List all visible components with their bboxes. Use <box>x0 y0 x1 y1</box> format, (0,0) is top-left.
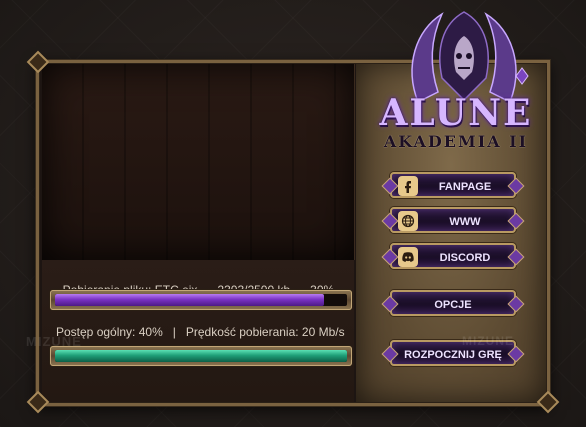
watermark-left: MIZUNE <box>26 334 82 349</box>
file-progress-track <box>55 294 347 306</box>
www-label: WWW <box>449 216 481 228</box>
overall-progress-track <box>55 350 347 362</box>
options-button[interactable]: OPCJE <box>390 290 516 316</box>
options-label: OPCJE <box>434 299 472 311</box>
discord-label: DISCORD <box>439 252 491 264</box>
globe-icon <box>398 211 418 231</box>
brand-subtitle: AKADEMIA II <box>383 132 529 151</box>
overall-status: Postęp ogólny: 40% | Prędkość pobierania… <box>56 325 345 339</box>
overall-progress-fill <box>55 350 347 362</box>
facebook-icon <box>398 176 418 196</box>
www-button[interactable]: WWW <box>390 207 516 233</box>
file-progress-bar <box>50 290 352 310</box>
overall-progress-bar <box>50 346 352 366</box>
fanpage-button[interactable]: FANPAGE <box>390 172 516 198</box>
brand-title: ALUNE <box>379 92 533 134</box>
watermark-right: MIZUNE <box>462 334 514 348</box>
news-preview-area <box>42 64 355 260</box>
discord-icon <box>398 247 418 267</box>
hooded-reaper-logo-icon <box>411 11 529 104</box>
discord-button[interactable]: DISCORD <box>390 243 516 269</box>
file-progress-fill <box>55 294 324 306</box>
fanpage-label: FANPAGE <box>438 181 492 193</box>
